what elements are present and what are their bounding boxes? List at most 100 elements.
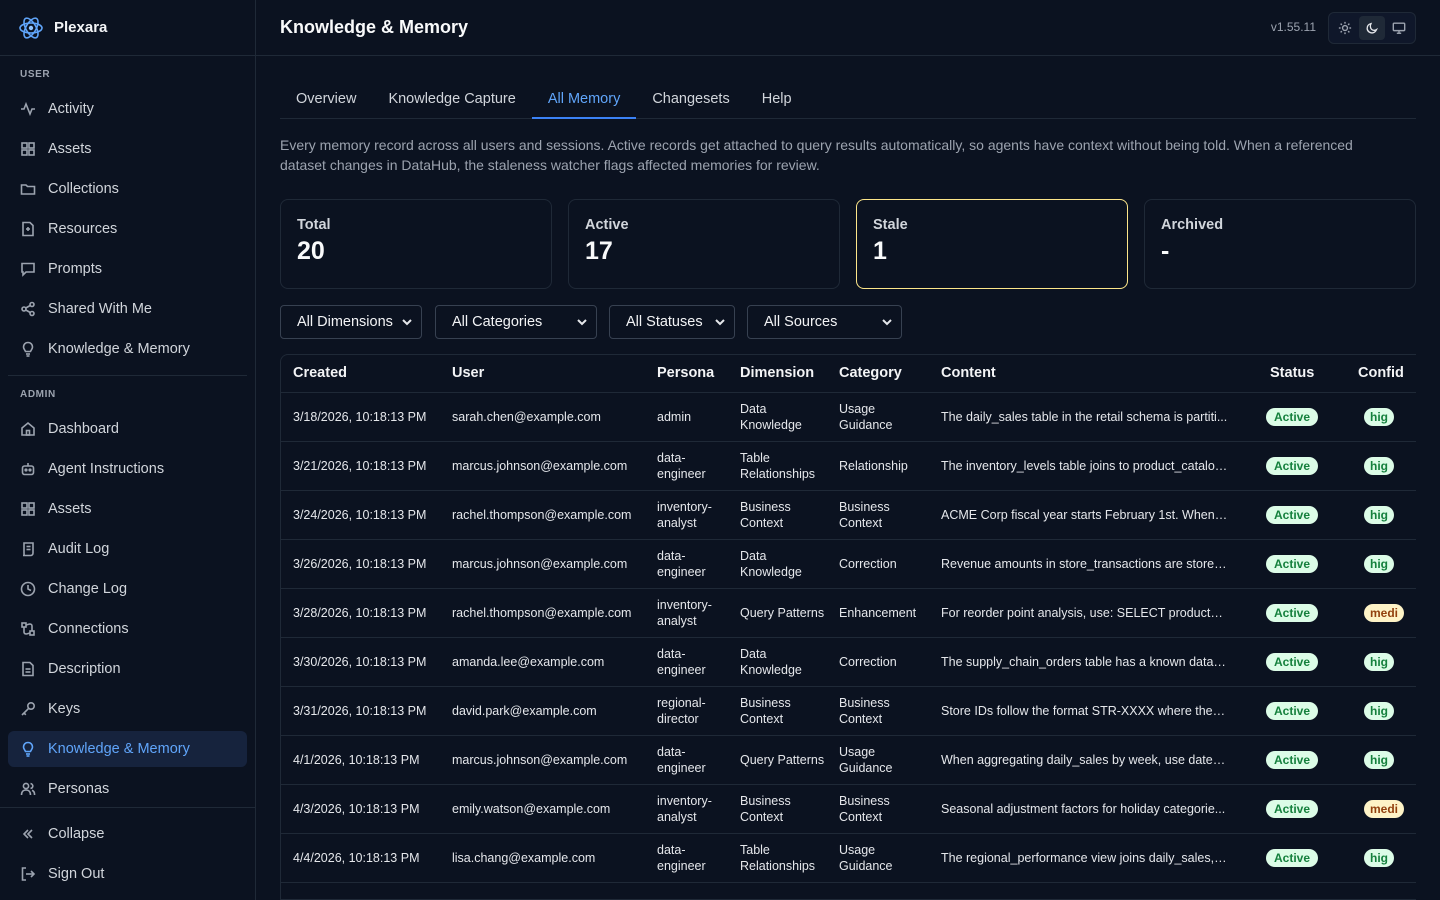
tab-changesets[interactable]: Changesets — [636, 80, 745, 119]
confidence-badge: hig — [1364, 701, 1394, 720]
confidence-badge: hig — [1364, 652, 1394, 671]
user-cell: emily.watson@example.com — [452, 801, 611, 816]
sidebar-item-agent-instructions[interactable]: Agent Instructions — [8, 451, 247, 487]
user-section-label: USER — [20, 69, 51, 80]
sidebar-divider — [8, 375, 247, 376]
user-cell: david.park@example.com — [452, 703, 597, 718]
sidebar-item-prompts[interactable]: Prompts — [8, 251, 247, 287]
table-row[interactable]: 3/18/2026, 10:18:13 PM sarah.chen@example… — [281, 392, 1416, 441]
sidebar-item-label: Collections — [48, 181, 119, 197]
collapse-button[interactable]: Collapse — [8, 816, 247, 852]
sidebar-item-change-log[interactable]: Change Log — [8, 571, 247, 607]
table-row[interactable]: 4/1/2026, 10:18:13 PM marcus.johnson@exam… — [281, 735, 1416, 784]
sidebar-item-dashboard[interactable]: Dashboard — [8, 411, 247, 447]
confidence-badge: medi — [1364, 799, 1405, 818]
status-cell: Active — [1258, 686, 1346, 735]
sun-icon — [1338, 21, 1351, 35]
sidebar-item-knowledge-memory[interactable]: Knowledge & Memory — [8, 731, 247, 767]
chevron-down-icon — [576, 316, 588, 328]
column-header[interactable]: User — [440, 355, 645, 393]
filter-value: All Sources — [764, 314, 838, 330]
persona-cell: inventory-analyst — [657, 793, 712, 824]
sidebar-item-connections[interactable]: Connections — [8, 611, 247, 647]
sidebar-item-assets[interactable]: Assets — [8, 131, 247, 167]
table-row[interactable]: 3/24/2026, 10:18:13 PM rachel.thompson@ex… — [281, 490, 1416, 539]
light-theme-button[interactable] — [1332, 16, 1357, 40]
category-filter-select[interactable]: All Categories — [435, 305, 597, 339]
source-filter-select[interactable]: All Sources — [747, 305, 902, 339]
sidebar-item-knowledge-memory-user[interactable]: Knowledge & Memory — [8, 331, 247, 367]
content-cell: ACME Corp fiscal year starts February 1s… — [941, 507, 1236, 522]
tab-all-memory[interactable]: All Memory — [531, 80, 637, 119]
user-cell — [440, 882, 645, 899]
sidebar-item-shared-with-me[interactable]: Shared With Me — [8, 291, 247, 327]
column-header[interactable]: Created — [281, 355, 440, 393]
filter-value: All Categories — [452, 314, 543, 330]
status-badge: Active — [1266, 652, 1319, 671]
status-cell: Active — [1258, 588, 1346, 637]
stat-label: Total — [297, 217, 331, 233]
sidebar-item-personas[interactable]: Personas — [8, 771, 247, 807]
doc-icon — [20, 661, 36, 677]
user-cell: marcus.johnson@example.com — [452, 556, 628, 571]
sidebar-item-label: Knowledge & Memory — [48, 341, 190, 357]
sidebar-item-keys[interactable]: Keys — [8, 691, 247, 727]
table-row[interactable]: 3/31/2026, 10:18:13 PM david.park@example… — [281, 686, 1416, 735]
status-cell: Active — [1258, 735, 1346, 784]
category-cell: Usage Guidance — [839, 842, 893, 873]
plexara-logo-icon — [18, 15, 44, 41]
table-row[interactable]: 3/30/2026, 10:18:13 PM amanda.lee@example… — [281, 637, 1416, 686]
stat-card-stale[interactable]: Stale 1 — [856, 199, 1128, 289]
sidebar-item-resources[interactable]: Resources — [8, 211, 247, 247]
tab-overview[interactable]: Overview — [280, 80, 372, 119]
grid-icon — [20, 501, 36, 517]
column-header[interactable]: Category — [827, 355, 929, 393]
status-badge: Active — [1266, 701, 1319, 720]
sidebar-item-label: Personas — [48, 781, 110, 797]
column-header[interactable]: Dimension — [728, 355, 827, 393]
tab-knowledge-capture[interactable]: Knowledge Capture — [372, 80, 531, 119]
tab-help[interactable]: Help — [746, 80, 808, 119]
brand[interactable]: Plexara — [0, 0, 255, 56]
user-cell: sarah.chen@example.com — [452, 409, 601, 424]
status-filter-select[interactable]: All Statuses — [609, 305, 735, 339]
status-cell: Active — [1258, 784, 1346, 833]
sidebar-item-activity[interactable]: Activity — [8, 91, 247, 127]
scroll-icon — [20, 541, 36, 557]
sidebar-item-label: Agent Instructions — [48, 461, 165, 477]
status-badge: Active — [1266, 456, 1319, 475]
table-row[interactable]: 3/28/2026, 10:18:13 PM rachel.thompson@ex… — [281, 588, 1416, 637]
created-cell: 3/30/2026, 10:18:13 PM — [293, 654, 427, 669]
sidebar-item-audit-log[interactable]: Audit Log — [8, 531, 247, 567]
status-cell: Active — [1258, 637, 1346, 686]
table-row[interactable]: 3/26/2026, 10:18:13 PM marcus.johnson@exa… — [281, 539, 1416, 588]
table-row[interactable]: inventory-Data — [281, 882, 1416, 899]
column-header[interactable]: Content — [929, 355, 1258, 393]
confidence-cell: hig — [1346, 539, 1416, 588]
chevrons-left-icon — [20, 826, 36, 842]
status-cell: Active — [1258, 490, 1346, 539]
table-row[interactable]: 4/3/2026, 10:18:13 PM emily.watson@exampl… — [281, 784, 1416, 833]
sidebar: Plexara USER Activity Assets Collections… — [0, 0, 256, 900]
category-cell: Business Context — [839, 695, 890, 726]
sidebar-item-admin-assets[interactable]: Assets — [8, 491, 247, 527]
sidebar-item-collections[interactable]: Collections — [8, 171, 247, 207]
confidence-badge: hig — [1364, 505, 1394, 524]
column-header[interactable]: Persona — [645, 355, 728, 393]
system-theme-button[interactable] — [1387, 16, 1412, 40]
confidence-cell: hig — [1346, 637, 1416, 686]
dimension-filter-select[interactable]: All Dimensions — [280, 305, 422, 339]
persona-cell: data-engineer — [657, 842, 706, 873]
table-row[interactable]: 4/4/2026, 10:18:13 PM lisa.chang@example.… — [281, 833, 1416, 882]
column-header[interactable]: Status — [1258, 355, 1346, 393]
content-cell: Store IDs follow the format STR-XXXX whe… — [941, 703, 1233, 718]
sign-out-button[interactable]: Sign Out — [8, 856, 247, 892]
app-name: Plexara — [54, 19, 108, 36]
sidebar-item-description[interactable]: Description — [8, 651, 247, 687]
page-title: Knowledge & Memory — [280, 17, 469, 37]
dark-theme-button[interactable] — [1359, 16, 1385, 40]
table-row[interactable]: 3/21/2026, 10:18:13 PM marcus.johnson@exa… — [281, 441, 1416, 490]
column-header[interactable]: Confid — [1346, 355, 1416, 393]
stat-value: 17 — [585, 237, 613, 265]
grid-icon — [20, 141, 36, 157]
